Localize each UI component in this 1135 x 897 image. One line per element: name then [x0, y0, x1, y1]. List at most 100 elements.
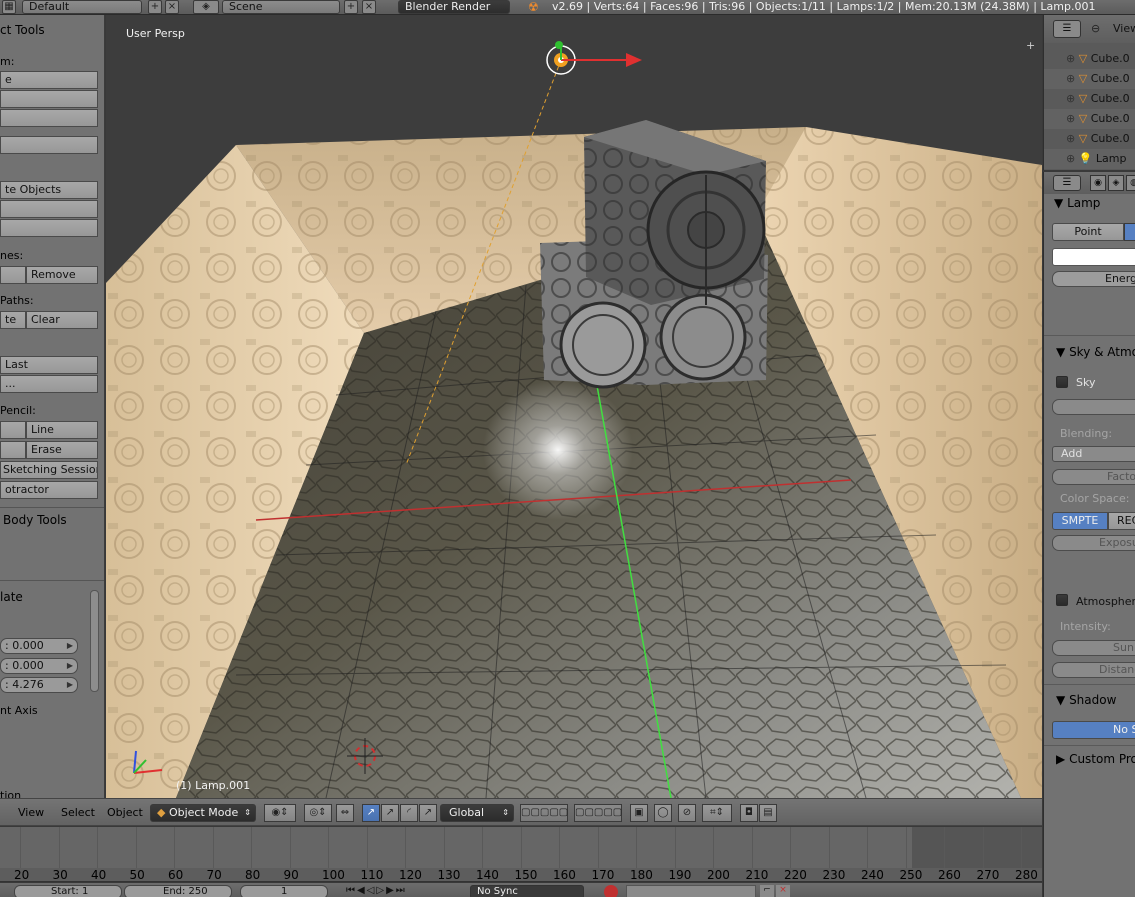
distance-slider[interactable]: Distanc — [1052, 662, 1135, 678]
sky-atmosphere-panel-title[interactable]: ▼ Sky & Atmos — [1056, 345, 1135, 359]
sun-intensity-slider[interactable]: Sun: — [1052, 640, 1135, 656]
render-animation-icon[interactable]: ▤ — [759, 804, 777, 822]
view-menu[interactable]: View — [18, 799, 44, 827]
point-lamp-button[interactable]: Point — [1052, 223, 1124, 241]
shadow-panel-title[interactable]: ▼ Shadow — [1056, 693, 1116, 707]
rigid-body-tools-title[interactable]: Body Tools — [3, 513, 67, 527]
toggle-properties-icon[interactable]: + — [1026, 39, 1035, 52]
scale-manipulator-icon[interactable]: ↗ — [419, 804, 437, 822]
mirror-button[interactable] — [0, 136, 98, 154]
translate-manipulator-icon[interactable]: ↗ — [362, 804, 380, 822]
draw-button[interactable] — [0, 421, 26, 439]
delete-button[interactable] — [0, 200, 98, 218]
sky-checkbox[interactable] — [1056, 376, 1068, 388]
add-scene-icon[interactable]: + — [344, 0, 358, 14]
transform-orientation-selector[interactable]: Global ⇕ — [440, 804, 514, 822]
timeline-editor[interactable]: 20 30 40 50 60 70 80 90 100 110 120 130 140 150 160 170… — [0, 827, 1042, 882]
outliner-item[interactable]: ⊕ ▽ Cube.0 — [1044, 49, 1135, 69]
lamp-panel-title[interactable]: ▼ Lamp — [1054, 196, 1100, 210]
expand-icon[interactable]: ⊕ — [1044, 52, 1075, 65]
screen-layout-icon[interactable]: ▦ — [2, 0, 16, 14]
remove-button[interactable]: Remove — [26, 266, 98, 284]
line-button[interactable]: Line — [26, 421, 98, 439]
join-button[interactable] — [0, 219, 98, 237]
key-insert-icon[interactable]: ⌐ — [760, 885, 774, 897]
outliner-item[interactable]: ⊕ ▽ Cube.0 — [1044, 129, 1135, 149]
add-layout-icon[interactable]: + — [148, 0, 162, 14]
proportional-edit-icon[interactable]: ◯ — [654, 804, 672, 822]
keying-set-field[interactable] — [626, 885, 756, 897]
sync-mode-selector[interactable]: No Sync — [470, 885, 584, 897]
outliner-item[interactable]: ⊕ ▽ Cube.0 — [1044, 69, 1135, 89]
scene-icon[interactable]: ◈ — [193, 0, 219, 14]
layers-group-2[interactable]: ▢▢▢▢▢ — [574, 804, 622, 822]
editor-type-icon[interactable]: ☰ — [1053, 20, 1081, 38]
scene-selector[interactable]: Scene — [222, 0, 340, 14]
exposure-slider[interactable]: Exposu — [1052, 535, 1135, 551]
sun-lamp-button[interactable] — [1124, 223, 1135, 241]
rotate-manipulator-icon[interactable]: ◜ — [400, 804, 418, 822]
rotate-button[interactable] — [0, 90, 98, 108]
translate-button[interactable]: e — [0, 71, 98, 89]
ruler-protractor-button[interactable]: otractor — [0, 481, 98, 499]
remove-layout-icon[interactable]: × — [165, 0, 179, 14]
outliner-item[interactable]: ⊕ 💡 Lamp — [1044, 149, 1135, 169]
axis-manipulator-icon[interactable]: ↗ — [381, 804, 399, 822]
scene-tab-icon[interactable]: ◈ — [1108, 175, 1124, 191]
3d-viewport[interactable]: User Persp (1) Lamp.001 + — [106, 15, 1042, 798]
smpte-button[interactable]: SMPTE — [1052, 512, 1108, 530]
start-frame-field[interactable]: Start: 1 — [14, 885, 122, 897]
erase-button[interactable]: Erase — [26, 441, 98, 459]
history-button[interactable]: ... — [0, 375, 98, 393]
outliner-item[interactable]: ⊕ ▽ Cube.0 — [1044, 109, 1135, 129]
render-tab-icon[interactable]: ◉ — [1090, 175, 1106, 191]
viewport-shading-icon[interactable]: ◉⇕ — [264, 804, 296, 822]
expand-icon[interactable]: ⊕ — [1044, 132, 1075, 145]
collapse-icon[interactable]: ⊖ — [1091, 22, 1100, 35]
key-delete-icon[interactable]: × — [776, 885, 790, 897]
poly-button[interactable] — [0, 441, 26, 459]
sketching-sessions-button[interactable]: Sketching Sessions — [0, 461, 98, 479]
translate-operator-title[interactable]: late — [0, 590, 23, 604]
playback-controls[interactable]: ⏮◀◁▷▶⏭ — [346, 885, 464, 897]
duplicate-objects-button[interactable]: te Objects — [0, 181, 98, 199]
outliner-item[interactable]: ⊕ ▽ Cube.0 — [1044, 89, 1135, 109]
energy-slider[interactable]: Energy — [1052, 271, 1135, 287]
outliner-view-menu[interactable]: View — [1113, 22, 1135, 35]
record-icon[interactable] — [604, 885, 618, 897]
expand-icon[interactable]: ⊕ — [1044, 152, 1075, 165]
render-engine-selector[interactable]: Blender Render — [398, 0, 510, 14]
scale-button[interactable] — [0, 109, 98, 127]
snap-toggle-icon[interactable]: ⊘ — [678, 804, 696, 822]
expand-icon[interactable]: ⊕ — [1044, 112, 1075, 125]
rec-button[interactable]: REC — [1108, 512, 1135, 530]
clear-paths-button[interactable]: Clear — [26, 311, 98, 329]
object-tools-title[interactable]: ct Tools — [0, 23, 45, 37]
manipulator-toggle-icon[interactable]: ⇔ — [336, 804, 354, 822]
factor-slider[interactable]: Facto — [1052, 469, 1135, 485]
no-shadow-button[interactable]: No S — [1052, 721, 1135, 739]
blending-select[interactable]: Add — [1052, 446, 1135, 462]
world-tab-icon[interactable]: ◍ — [1126, 175, 1135, 191]
layers-group-1[interactable]: ▢▢▢▢▢ — [520, 804, 568, 822]
custom-properties-panel-title[interactable]: ▶ Custom Prop — [1056, 752, 1135, 766]
remove-scene-icon[interactable]: × — [362, 0, 376, 14]
current-frame-field[interactable]: 1 — [240, 885, 328, 897]
atmosphere-checkbox[interactable] — [1056, 594, 1068, 606]
frame-ruler[interactable]: 20 30 40 50 60 70 80 90 100 110 120 130 140 150 160 170… — [0, 868, 1042, 881]
vector-z-field[interactable]: : 4.276 ▶ — [0, 677, 78, 693]
mode-selector[interactable]: ◆ Object Mode ⇕ — [150, 804, 256, 822]
select-menu[interactable]: Select — [61, 799, 95, 827]
shading-add-button[interactable] — [0, 266, 26, 284]
vector-x-field[interactable]: : 0.000 ▶ — [0, 638, 78, 654]
layout-selector[interactable]: Default — [22, 0, 142, 14]
pivot-point-icon[interactable]: ◎⇕ — [304, 804, 332, 822]
lock-camera-icon[interactable]: ▣ — [630, 804, 648, 822]
turbidity-slider[interactable] — [1052, 399, 1135, 415]
expand-icon[interactable]: ⊕ — [1044, 92, 1075, 105]
expand-icon[interactable]: ⊕ — [1044, 72, 1075, 85]
shelf-scrollbar[interactable] — [90, 590, 99, 692]
end-frame-field[interactable]: End: 250 — [124, 885, 232, 897]
editor-type-icon[interactable]: ☰ — [1053, 175, 1081, 191]
render-still-icon[interactable]: ◘ — [740, 804, 758, 822]
